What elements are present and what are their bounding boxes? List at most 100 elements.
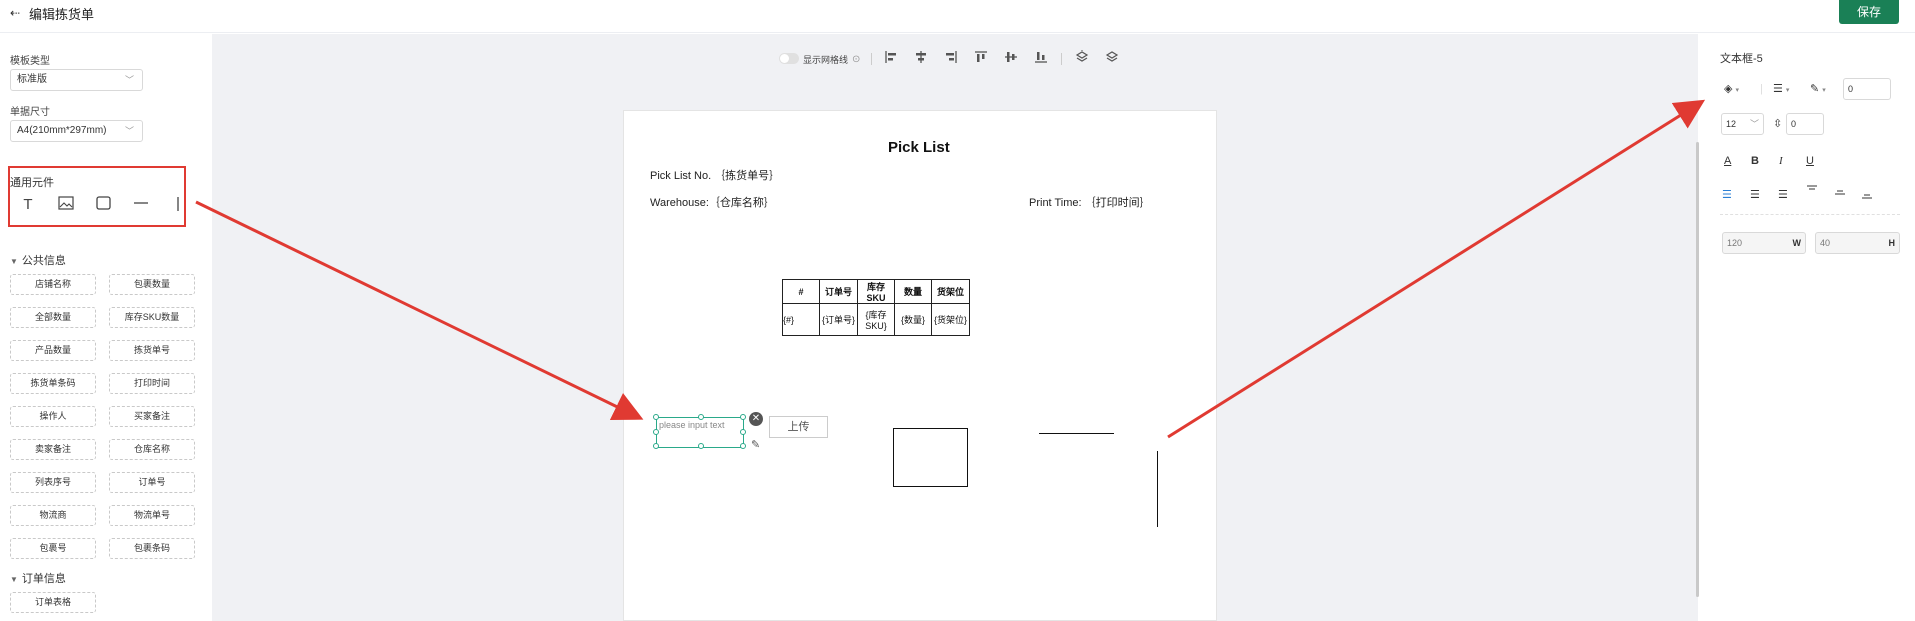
public-info-chip[interactable]: 拣货单条码 <box>10 373 96 394</box>
width-value: 120 <box>1727 238 1743 248</box>
align-center-horizontal-icon[interactable] <box>914 50 928 68</box>
vertical-align-bottom-icon[interactable] <box>1861 188 1873 204</box>
chevron-down-icon: ﹀ <box>1749 119 1759 129</box>
italic-icon[interactable]: I <box>1779 154 1783 168</box>
text-box-placeholder: please input text <box>659 420 725 430</box>
public-info-chip[interactable]: 订单号 <box>109 472 195 493</box>
align-middle-icon[interactable] <box>1004 50 1018 68</box>
resize-handle[interactable] <box>653 443 659 449</box>
table-cell: {库存SKU} <box>857 303 895 336</box>
public-info-chip[interactable]: 拣货单号 <box>109 340 195 361</box>
rectangle-tool-icon[interactable] <box>94 196 112 214</box>
paper-size-select[interactable]: A4(210mm*297mm) ﹀ <box>10 120 143 142</box>
horizontal-line-tool-icon[interactable] <box>132 196 150 214</box>
send-backward-icon[interactable] <box>1105 50 1119 68</box>
print-time-text[interactable]: Print Time: ｛打印时间｝ <box>1029 194 1151 210</box>
public-info-chip[interactable]: 包裹号 <box>10 538 96 559</box>
text-align-left-icon[interactable]: ☰ <box>1722 188 1732 202</box>
public-info-chip[interactable]: 物流单号 <box>109 505 195 526</box>
order-info-title: 订单信息 <box>21 573 66 585</box>
public-info-chip[interactable]: 库存SKU数量 <box>109 307 195 328</box>
horizontal-line-element[interactable] <box>1039 433 1114 434</box>
font-size-select[interactable]: 12 ﹀ <box>1721 113 1764 135</box>
border-style-icon[interactable]: ☰ ▾ <box>1773 82 1789 98</box>
resize-handle[interactable] <box>698 443 704 449</box>
grid-toggle-label: 显示网格线 <box>803 55 849 65</box>
paper-canvas[interactable] <box>623 110 1217 621</box>
save-button[interactable]: 保存 <box>1839 0 1899 24</box>
table-header-cell: 货架位 <box>931 279 970 304</box>
table-header-row: # 订单号 库存SKU 数量 货架位 <box>782 279 970 304</box>
table-header-cell: 库存SKU <box>857 279 895 304</box>
align-left-icon[interactable] <box>884 50 898 68</box>
vertical-line-tool-icon[interactable] <box>169 196 187 214</box>
align-bottom-icon[interactable] <box>1034 50 1048 68</box>
line-spacing-input[interactable]: 0 <box>1786 113 1824 135</box>
public-info-section[interactable]: ▼ 公共信息 <box>10 252 66 268</box>
public-info-chip[interactable]: 店铺名称 <box>10 274 96 295</box>
public-info-chip[interactable]: 操作人 <box>10 406 96 427</box>
section-divider <box>1720 214 1900 215</box>
fill-color-icon[interactable]: ◈ ▾ <box>1724 82 1739 98</box>
bold-icon[interactable]: B <box>1751 154 1759 168</box>
text-align-right-icon[interactable]: ☰ <box>1778 188 1788 202</box>
template-type-select[interactable]: 标准版 ﹀ <box>10 69 143 91</box>
font-color-icon[interactable]: A <box>1724 154 1731 168</box>
doc-title[interactable]: Pick List <box>888 139 950 156</box>
resize-handle[interactable] <box>698 414 704 420</box>
public-info-title: 公共信息 <box>21 255 66 267</box>
chevron-down-icon: ﹀ <box>124 126 134 136</box>
order-table-chip[interactable]: 订单表格 <box>10 592 96 613</box>
height-value: 40 <box>1820 238 1831 248</box>
public-info-chip[interactable]: 卖家备注 <box>10 439 96 460</box>
pick-table[interactable]: # 订单号 库存SKU 数量 货架位 {#} {订单号} {库存SKU} {数量… <box>782 279 970 336</box>
upload-button[interactable]: 上传 <box>769 416 828 438</box>
text-align-center-icon[interactable]: ☰ <box>1750 188 1760 202</box>
align-right-icon[interactable] <box>944 50 958 68</box>
resize-handle[interactable] <box>653 414 659 420</box>
resize-handle[interactable] <box>740 443 746 449</box>
bring-forward-icon[interactable] <box>1075 50 1089 68</box>
caret-down-icon: ▼ <box>10 575 18 584</box>
table-cell: {货架位} <box>931 303 970 336</box>
vertical-line-element[interactable] <box>1157 451 1158 527</box>
align-top-icon[interactable] <box>974 50 988 68</box>
back-arrow-icon[interactable]: ⇠ <box>10 6 24 20</box>
underline-icon[interactable]: U <box>1806 154 1814 168</box>
top-bar: ⇠ 编辑拣货单 保存 <box>0 0 1915 33</box>
public-info-chip[interactable]: 仓库名称 <box>109 439 195 460</box>
border-width-input[interactable]: 0 <box>1843 78 1891 100</box>
public-info-chip[interactable]: 包裹条码 <box>109 538 195 559</box>
selected-text-box[interactable]: please input text <box>653 414 746 449</box>
public-info-chip[interactable]: 物流商 <box>10 505 96 526</box>
image-tool-icon[interactable] <box>57 196 75 214</box>
public-info-chip[interactable]: 列表序号 <box>10 472 96 493</box>
public-info-chip[interactable]: 全部数量 <box>10 307 96 328</box>
grid-toggle[interactable] <box>779 53 799 64</box>
warehouse-text[interactable]: Warehouse:｛仓库名称｝ <box>650 194 775 210</box>
rectangle-element[interactable] <box>893 428 968 487</box>
public-info-chip[interactable]: 买家备注 <box>109 406 195 427</box>
delete-element-icon[interactable]: ✕ <box>749 412 763 426</box>
canvas-scrollbar[interactable] <box>1696 142 1699 597</box>
width-input[interactable]: 120 W <box>1722 232 1806 254</box>
resize-handle[interactable] <box>653 429 659 435</box>
height-input[interactable]: 40 H <box>1815 232 1900 254</box>
table-cell: {#} <box>782 303 820 336</box>
template-type-value: 标准版 <box>17 74 47 85</box>
picklist-no-text[interactable]: Pick List No. ｛拣货单号｝ <box>650 167 780 183</box>
edit-pencil-icon[interactable]: ✎ <box>751 438 760 451</box>
vertical-align-middle-icon[interactable] <box>1834 188 1846 204</box>
resize-handle[interactable] <box>740 414 746 420</box>
paper-size-value: A4(210mm*297mm) <box>17 125 107 136</box>
border-color-icon[interactable]: ✎ ▾ <box>1810 82 1826 98</box>
public-info-chip[interactable]: 包裹数量 <box>109 274 195 295</box>
public-info-chip[interactable]: 产品数量 <box>10 340 96 361</box>
text-tool-icon[interactable]: T <box>19 196 37 214</box>
help-icon[interactable]: ⊙ <box>852 52 860 68</box>
resize-handle[interactable] <box>740 429 746 435</box>
vertical-align-top-icon[interactable] <box>1806 184 1818 200</box>
public-info-chip[interactable]: 打印时间 <box>109 373 195 394</box>
toolbar-divider <box>1061 53 1062 65</box>
order-info-section[interactable]: ▼ 订单信息 <box>10 570 66 586</box>
